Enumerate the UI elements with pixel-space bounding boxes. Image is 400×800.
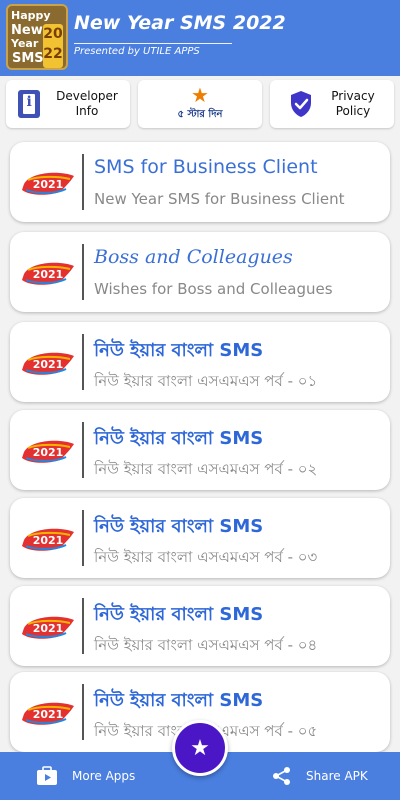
app-title: New Year SMS 2022 <box>74 12 286 34</box>
item-subtitle: New Year SMS for Business Client <box>94 190 345 208</box>
item-title: নিউ ইয়ার বাংলা SMS <box>94 340 264 361</box>
app-subtitle: Presented by UTILE APPS <box>74 43 232 57</box>
divider <box>82 684 84 740</box>
more-apps-label: More Apps <box>72 769 136 783</box>
list-item-bangla-sms-03[interactable]: 2021 নিউ ইয়ার বাংলা SMS নিউ ইয়ার বাংলা… <box>10 498 390 578</box>
new-year-badge-icon: 2021 <box>22 702 74 725</box>
list-item-boss-colleagues[interactable]: 2021 Boss and Colleagues Wishes for Boss… <box>10 232 390 312</box>
rate-five-star-button[interactable]: ★ ৫ স্টার দিন <box>138 80 262 128</box>
share-apk-button[interactable]: Share APK <box>272 752 368 800</box>
badge-year: 2021 <box>33 622 64 635</box>
divider <box>82 598 84 654</box>
list-item-business-client[interactable]: 2021 SMS for Business Client New Year SM… <box>10 142 390 222</box>
quick-actions: Developer Info ★ ৫ স্টার দিন Privacy Pol… <box>6 80 394 128</box>
privacy-policy-button[interactable]: Privacy Policy <box>270 80 394 128</box>
rate-label: ৫ স্টার দিন <box>177 108 223 120</box>
item-title: Boss and Colleagues <box>94 246 293 268</box>
developer-info-icon <box>18 90 41 118</box>
new-year-badge-icon: 2021 <box>22 440 74 463</box>
star-icon: ★ <box>190 735 210 761</box>
item-title: নিউ ইয়ার বাংলা SMS <box>94 604 264 625</box>
favorites-fab-button[interactable]: ★ <box>172 720 228 776</box>
developer-info-label: Developer Info <box>56 89 118 118</box>
list-item-bangla-sms-01[interactable]: 2021 নিউ ইয়ার বাংলা SMS নিউ ইয়ার বাংলা… <box>10 322 390 402</box>
shield-check-icon <box>291 91 312 117</box>
share-apk-label: Share APK <box>306 769 368 783</box>
privacy-policy-label: Privacy Policy <box>331 89 375 118</box>
developer-info-button[interactable]: Developer Info <box>6 80 130 128</box>
logo-year-b: 22 <box>43 46 63 62</box>
star-icon: ★ <box>191 82 209 107</box>
app-header: Happy New Year SMS 20 22 New Year SMS 20… <box>0 0 400 76</box>
item-title: নিউ ইয়ার বাংলা SMS <box>94 516 264 537</box>
logo-text-line1: Happy <box>11 9 51 22</box>
new-year-badge-icon: 2021 <box>22 616 74 639</box>
item-subtitle: নিউ ইয়ার বাংলা এসএমএস পর্ব - ০৪ <box>94 636 318 654</box>
item-subtitle: নিউ ইয়ার বাংলা এসএমএস পর্ব - ০২ <box>94 460 318 478</box>
share-icon <box>273 767 290 785</box>
logo-year-a: 20 <box>43 26 63 42</box>
logo-text-line2: New <box>11 23 43 38</box>
app-logo: Happy New Year SMS 20 22 <box>6 4 68 70</box>
item-title: SMS for Business Client <box>94 156 318 178</box>
divider <box>82 422 84 478</box>
logo-year: 20 22 <box>43 24 63 68</box>
logo-text-line3: Year <box>11 37 39 50</box>
more-apps-button[interactable]: More Apps <box>36 752 135 800</box>
item-title: নিউ ইয়ার বাংলা SMS <box>94 690 264 711</box>
new-year-badge-icon: 2021 <box>22 172 74 195</box>
new-year-badge-icon: 2021 <box>22 262 74 285</box>
badge-year: 2021 <box>33 534 64 547</box>
list-item-bangla-sms-04[interactable]: 2021 নিউ ইয়ার বাংলা SMS নিউ ইয়ার বাংলা… <box>10 586 390 666</box>
item-subtitle: নিউ ইয়ার বাংলা এসএমএস পর্ব - ০১ <box>94 372 318 390</box>
divider <box>82 154 84 210</box>
divider <box>82 244 84 300</box>
divider <box>82 510 84 566</box>
more-apps-icon <box>37 766 57 785</box>
item-subtitle: নিউ ইয়ার বাংলা এসএমএস পর্ব - ০৩ <box>94 548 318 566</box>
item-subtitle: Wishes for Boss and Colleagues <box>94 280 333 298</box>
badge-year: 2021 <box>33 178 64 191</box>
badge-year: 2021 <box>33 708 64 721</box>
divider <box>82 334 84 390</box>
list-item-bangla-sms-02[interactable]: 2021 নিউ ইয়ার বাংলা SMS নিউ ইয়ার বাংলা… <box>10 410 390 490</box>
badge-year: 2021 <box>33 358 64 371</box>
new-year-badge-icon: 2021 <box>22 528 74 551</box>
badge-year: 2021 <box>33 268 64 281</box>
logo-text-line4: SMS <box>12 51 44 66</box>
new-year-badge-icon: 2021 <box>22 352 74 375</box>
badge-year: 2021 <box>33 446 64 459</box>
item-title: নিউ ইয়ার বাংলা SMS <box>94 428 264 449</box>
